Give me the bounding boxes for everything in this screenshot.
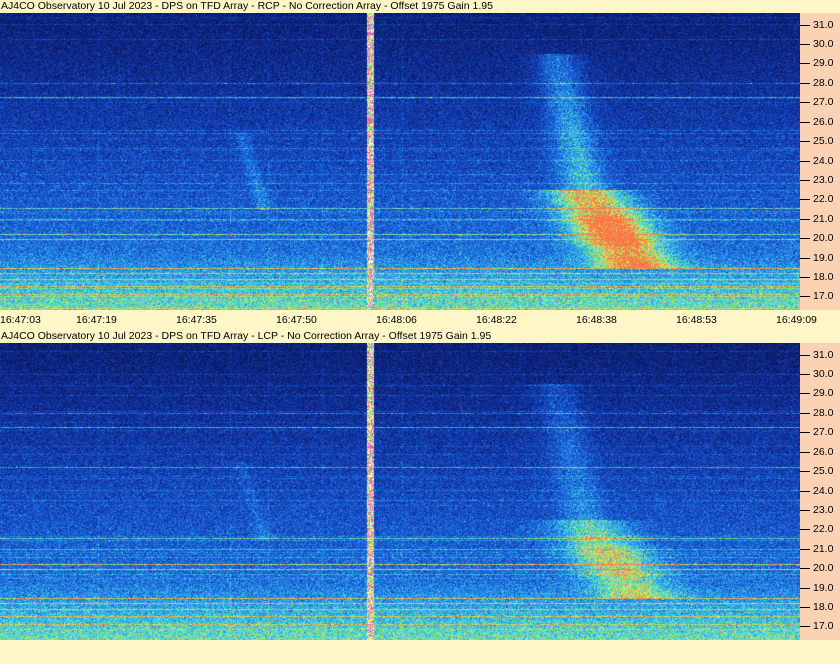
x-tick-label: 16:47:50 (276, 314, 317, 326)
y-tick-mark (800, 122, 810, 123)
lcp-spectrogram (0, 343, 800, 640)
y-tick-label: 19.0 (813, 252, 834, 264)
y-tick-label: 17.0 (813, 620, 834, 632)
y-tick-mark (800, 529, 810, 530)
y-tick-mark (800, 296, 810, 297)
y-tick-label: 24.0 (813, 485, 834, 497)
y-tick-mark (800, 161, 810, 162)
x-tick-label: 16:48:22 (476, 314, 517, 326)
rcp-title: AJ4CO Observatory 10 Jul 2023 - DPS on T… (0, 0, 840, 13)
y-tick-mark (800, 25, 810, 26)
x-tick-label: 16:47:19 (76, 314, 117, 326)
x-tick-label: 16:49:09 (776, 314, 817, 326)
y-tick-mark (800, 491, 810, 492)
lcp-title: AJ4CO Observatory 10 Jul 2023 - DPS on T… (0, 330, 840, 343)
y-tick-label: 22.0 (813, 523, 834, 535)
y-tick-mark (800, 471, 810, 472)
y-tick-label: 18.0 (813, 601, 834, 613)
y-tick-mark (800, 452, 810, 453)
y-tick-label: 30.0 (813, 368, 834, 380)
y-tick-label: 18.0 (813, 271, 834, 283)
x-tick-label: 16:48:53 (676, 314, 717, 326)
y-tick-mark (800, 63, 810, 64)
y-tick-label: 19.0 (813, 582, 834, 594)
y-tick-mark (800, 549, 810, 550)
y-tick-label: 29.0 (813, 387, 834, 399)
y-tick-label: 31.0 (813, 349, 834, 361)
y-tick-mark (800, 432, 810, 433)
y-tick-label: 27.0 (813, 426, 834, 438)
y-tick-mark (800, 219, 810, 220)
y-tick-label: 20.0 (813, 562, 834, 574)
y-tick-mark (800, 277, 810, 278)
y-tick-label: 27.0 (813, 96, 834, 108)
y-tick-mark (800, 141, 810, 142)
y-tick-mark (800, 607, 810, 608)
y-tick-mark (800, 44, 810, 45)
y-tick-mark (800, 238, 810, 239)
y-tick-mark (800, 258, 810, 259)
bottom-strip (0, 642, 840, 664)
y-tick-label: 25.0 (813, 465, 834, 477)
y-tick-label: 30.0 (813, 38, 834, 50)
y-tick-mark (800, 374, 810, 375)
y-tick-mark (800, 626, 810, 627)
y-tick-label: 21.0 (813, 213, 834, 225)
rcp-time-axis: 16:47:03 16:47:19 16:47:35 16:47:50 16:48:06… (0, 310, 840, 328)
lcp-frequency-axis: 31.0 30.0 29.0 28.0 27.0 26.0 25.0 24.0 23.0 22.0… (800, 343, 840, 640)
rcp-panel: AJ4CO Observatory 10 Jul 2023 - DPS on T… (0, 0, 840, 330)
y-tick-label: 22.0 (813, 193, 834, 205)
lcp-panel: AJ4CO Observatory 10 Jul 2023 - DPS on T… (0, 330, 840, 642)
y-tick-label: 24.0 (813, 155, 834, 167)
y-tick-mark (800, 568, 810, 569)
y-tick-label: 17.0 (813, 290, 834, 302)
y-tick-label: 28.0 (813, 407, 834, 419)
y-tick-mark (800, 393, 810, 394)
x-tick-label: 16:47:35 (176, 314, 217, 326)
y-tick-mark (800, 180, 810, 181)
y-tick-label: 26.0 (813, 446, 834, 458)
y-tick-label: 29.0 (813, 57, 834, 69)
y-tick-mark (800, 588, 810, 589)
y-tick-label: 23.0 (813, 174, 834, 186)
x-tick-label: 16:48:38 (576, 314, 617, 326)
y-tick-mark (800, 83, 810, 84)
y-tick-label: 28.0 (813, 77, 834, 89)
y-tick-mark (800, 102, 810, 103)
y-tick-label: 25.0 (813, 135, 834, 147)
y-tick-mark (800, 355, 810, 356)
x-tick-label: 16:47:03 (0, 314, 41, 326)
rcp-spectrogram (0, 13, 800, 310)
y-tick-label: 20.0 (813, 232, 834, 244)
y-tick-label: 23.0 (813, 504, 834, 516)
y-tick-label: 31.0 (813, 19, 834, 31)
x-tick-label: 16:48:06 (376, 314, 417, 326)
y-tick-label: 26.0 (813, 116, 834, 128)
y-tick-label: 21.0 (813, 543, 834, 555)
rcp-frequency-axis: 31.0 30.0 29.0 28.0 27.0 26.0 25.0 24.0 23.0 22.0… (800, 13, 840, 310)
y-tick-mark (800, 413, 810, 414)
y-tick-mark (800, 510, 810, 511)
y-tick-mark (800, 199, 810, 200)
